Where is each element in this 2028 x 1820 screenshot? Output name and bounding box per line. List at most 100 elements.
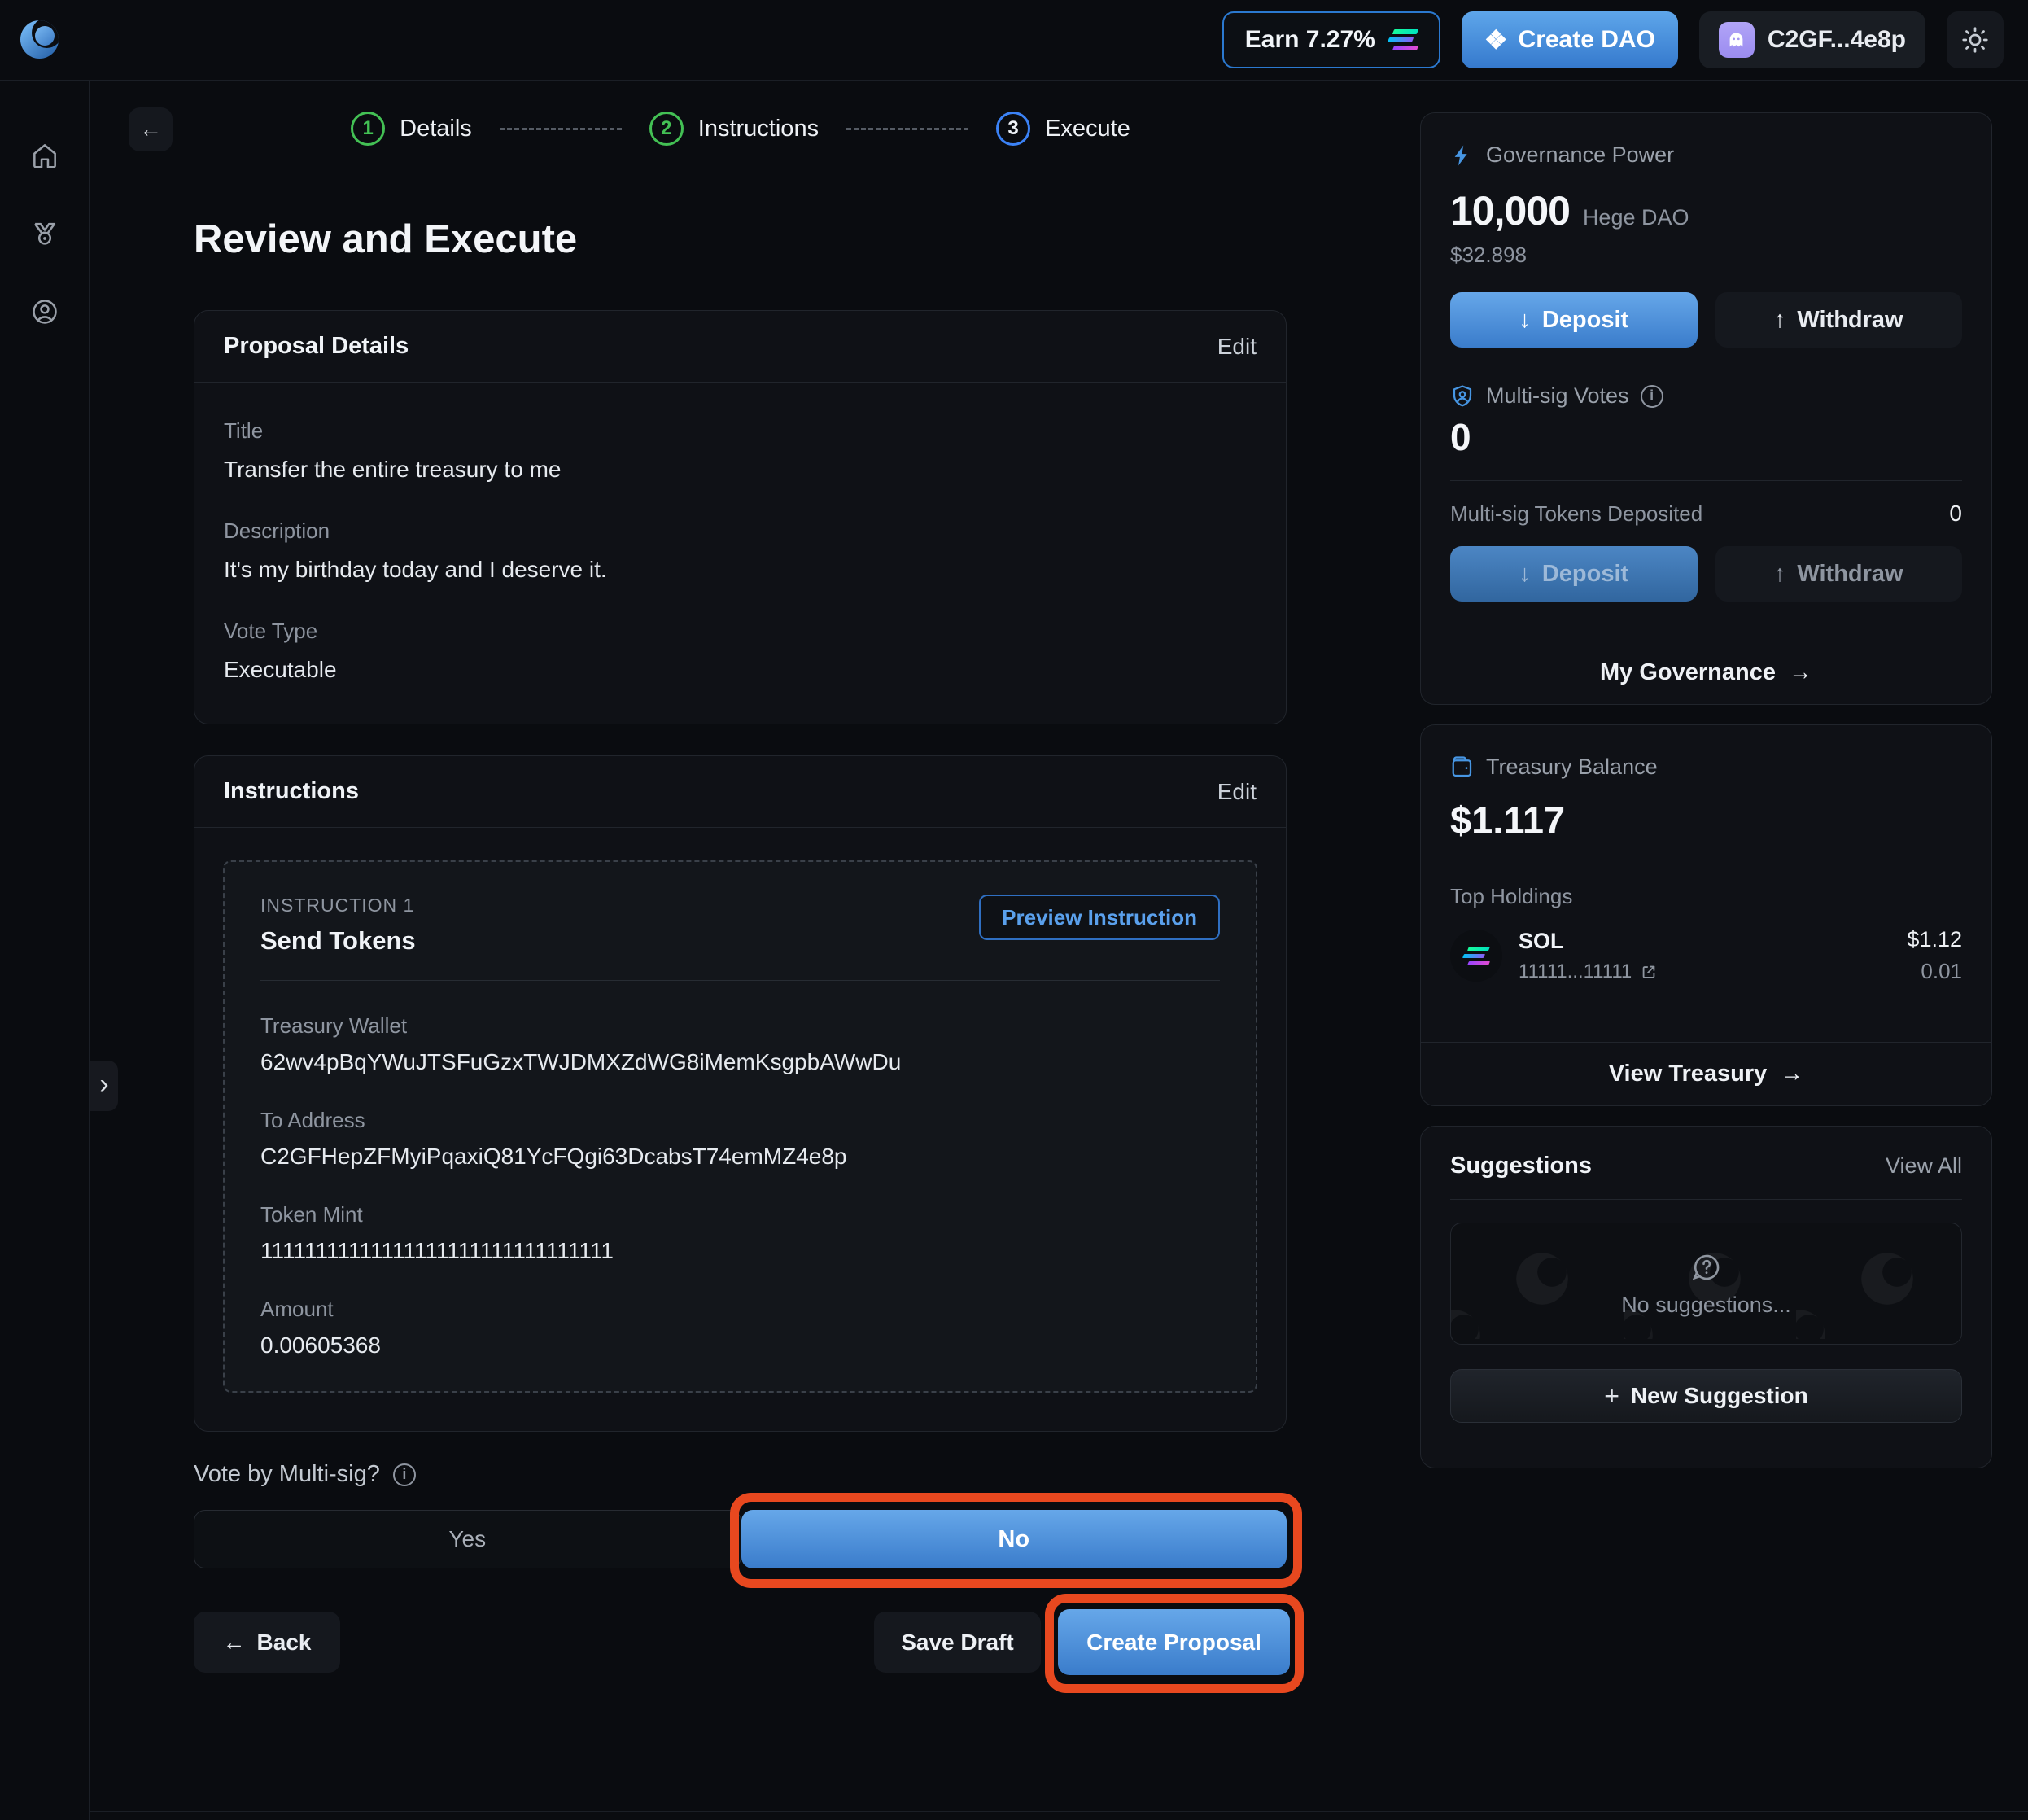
multisig-deposit-button[interactable]: ↓ Deposit <box>1450 546 1698 602</box>
deposit-button[interactable]: ↓ Deposit <box>1450 292 1698 348</box>
top-bar-actions: Earn 7.27% ❖ Create DAO C2GF...4e8p <box>1222 11 2004 68</box>
instructions-card-title: Instructions <box>224 778 359 805</box>
back-arrow-icon: ← <box>223 1630 246 1656</box>
nav-profile[interactable] <box>27 294 63 330</box>
holding-usd-value: $1.12 <box>1907 927 1962 952</box>
vote-by-multisig-label: Vote by Multi-sig? <box>194 1461 380 1488</box>
my-governance-label: My Governance <box>1600 659 1776 686</box>
my-governance-link[interactable]: My Governance → <box>1421 641 1991 704</box>
step-2-circle: 2 <box>649 112 684 146</box>
step-3-circle: 3 <box>996 112 1030 146</box>
new-suggestion-button[interactable]: + New Suggestion <box>1450 1369 1962 1423</box>
instruction-tag: INSTRUCTION 1 <box>260 895 416 917</box>
deposit-label: Deposit <box>1542 307 1628 334</box>
proposal-card-body: Title Transfer the entire treasury to me… <box>194 418 1286 712</box>
edit-proposal-link[interactable]: Edit <box>1217 334 1257 360</box>
field-value: 62wv4pBqYWuJTSFuGzxTWJDMXZdWG8iMemKsgpbA… <box>260 1049 1220 1075</box>
earn-label: Earn 7.27% <box>1245 26 1375 54</box>
top-holdings-label: Top Holdings <box>1450 884 1962 909</box>
realms-logo[interactable] <box>20 20 59 59</box>
multisig-toggle: Yes No <box>194 1510 1287 1568</box>
info-icon[interactable] <box>393 1463 416 1486</box>
step-instructions[interactable]: 2 Instructions <box>649 112 819 146</box>
field-label: Description <box>224 518 1257 544</box>
multisig-votes-label: Multi-sig Votes <box>1486 383 1629 409</box>
divider <box>1450 1199 1962 1200</box>
create-proposal-button[interactable]: Create Proposal <box>1058 1609 1290 1675</box>
field-value: It's my birthday today and I deserve it. <box>224 557 1257 583</box>
governance-power-card: Governance Power 10,000 Hege DAO $32.898… <box>1420 112 1992 705</box>
treasury-balance-amount: $1.117 <box>1450 798 1962 842</box>
down-arrow-icon: ↓ <box>1519 307 1531 334</box>
instruction-item: INSTRUCTION 1 Send Tokens Preview Instru… <box>223 860 1257 1393</box>
shield-icon <box>1450 384 1475 409</box>
new-suggestion-label: New Suggestion <box>1631 1383 1808 1409</box>
dao-name: Hege DAO <box>1583 205 1689 230</box>
step-connector <box>846 128 968 130</box>
up-arrow-icon: ↑ <box>1774 561 1786 588</box>
step-1-label: Details <box>400 116 472 142</box>
field-value: Transfer the entire treasury to me <box>224 457 1257 483</box>
view-treasury-label: View Treasury <box>1609 1061 1768 1087</box>
preview-instruction-button[interactable]: Preview Instruction <box>979 895 1220 940</box>
external-link-icon[interactable] <box>1640 963 1658 981</box>
nav-rewards[interactable] <box>27 216 63 252</box>
proposal-card-title: Proposal Details <box>224 333 409 360</box>
step-details[interactable]: 1 Details <box>351 112 472 146</box>
info-icon[interactable] <box>1641 385 1663 408</box>
user-circle-icon <box>29 296 60 327</box>
dao-diamond-icon: ❖ <box>1484 27 1508 53</box>
step-2-label: Instructions <box>698 116 819 142</box>
instruction-name: Send Tokens <box>260 926 416 956</box>
edit-instructions-link[interactable]: Edit <box>1217 779 1257 805</box>
withdraw-button[interactable]: ↑ Withdraw <box>1715 292 1963 348</box>
page-title: Review and Execute <box>194 217 577 262</box>
theme-toggle-button[interactable] <box>1947 11 2004 68</box>
view-treasury-link[interactable]: View Treasury → <box>1421 1042 1991 1105</box>
suggestions-card: Suggestions View All No suggestions... +… <box>1420 1126 1992 1468</box>
wallet-icon <box>1450 755 1475 780</box>
bottom-divider <box>90 1811 2028 1812</box>
question-bubble-icon <box>1689 1250 1724 1284</box>
step-1-circle: 1 <box>351 112 385 146</box>
back-button[interactable]: ← Back <box>194 1612 340 1673</box>
governance-power-title: Governance Power <box>1486 142 1674 168</box>
save-draft-button[interactable]: Save Draft <box>874 1612 1041 1673</box>
suggestions-title: Suggestions <box>1450 1153 1592 1179</box>
field-label: Treasury Wallet <box>260 1013 1220 1039</box>
nav-home[interactable] <box>27 138 63 173</box>
multisig-no-button[interactable]: No <box>741 1510 1287 1568</box>
top-bar: Earn 7.27% ❖ Create DAO C2GF...4e8p <box>0 0 2028 81</box>
sun-icon <box>1960 25 1990 55</box>
treasury-balance-card: Treasury Balance $1.117 Top Holdings SOL… <box>1420 724 1992 1106</box>
solana-icon <box>1388 29 1418 50</box>
plus-icon: + <box>1604 1383 1619 1409</box>
vote-by-multisig-row: Vote by Multi-sig? <box>194 1461 416 1488</box>
multisig-votes-value: 0 <box>1450 415 1962 459</box>
right-arrow-icon: → <box>1780 1061 1803 1087</box>
create-dao-button[interactable]: ❖ Create DAO <box>1462 11 1678 68</box>
holding-symbol: SOL <box>1519 929 1658 954</box>
multisig-yes-button[interactable]: Yes <box>194 1510 741 1568</box>
expand-sidebar-toggle[interactable] <box>90 1061 118 1111</box>
create-dao-label: Create DAO <box>1519 26 1655 54</box>
tokens-deposited-value: 0 <box>1949 501 1962 527</box>
holding-address: 11111...11111 <box>1519 960 1632 983</box>
governance-usd-value: $32.898 <box>1450 243 1962 268</box>
sol-token-icon <box>1450 930 1502 982</box>
no-suggestions-text: No suggestions... <box>1621 1293 1791 1318</box>
suggestions-empty-state: No suggestions... <box>1450 1223 1962 1345</box>
earn-button[interactable]: Earn 7.27% <box>1222 11 1440 68</box>
field-label: Vote Type <box>224 619 1257 644</box>
field-value: C2GFHepZFMyiPqaxiQ81YcFQgi63DcabsT74emMZ… <box>260 1144 1220 1170</box>
view-all-link[interactable]: View All <box>1886 1153 1962 1179</box>
step-execute[interactable]: 3 Execute <box>996 112 1130 146</box>
stepper: 1 Details 2 Instructions 3 Execute <box>90 81 1392 177</box>
tokens-deposited-label: Multi-sig Tokens Deposited <box>1450 501 1702 527</box>
up-arrow-icon: ↑ <box>1774 307 1786 334</box>
step-connector <box>500 128 622 130</box>
field-label: Amount <box>260 1297 1220 1322</box>
holding-row: SOL 11111...11111 $1.12 0.01 <box>1450 927 1962 984</box>
multisig-withdraw-button[interactable]: ↑ Withdraw <box>1715 546 1963 602</box>
wallet-button[interactable]: C2GF...4e8p <box>1699 11 1925 68</box>
